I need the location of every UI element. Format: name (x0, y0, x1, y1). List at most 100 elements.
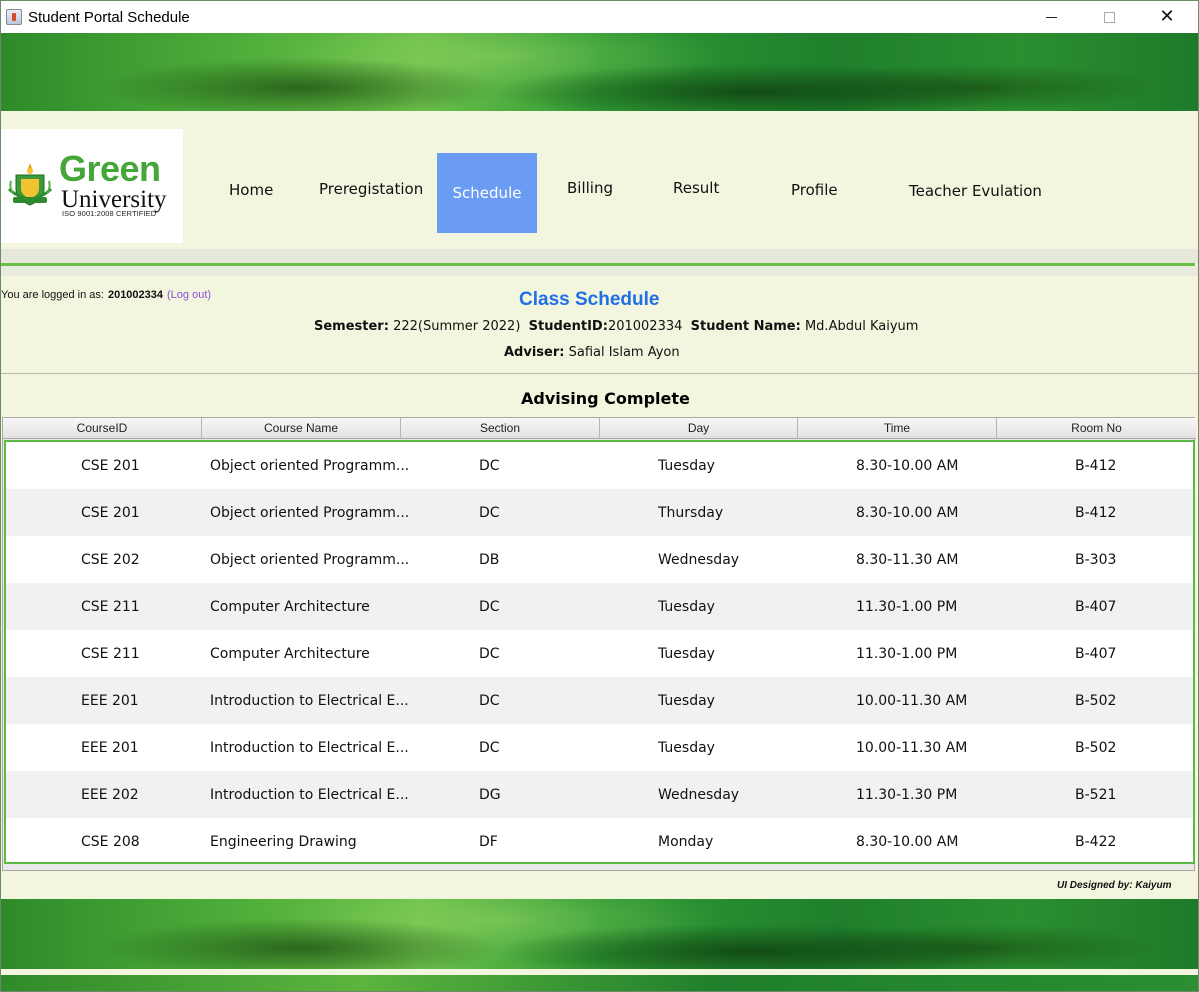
close-icon: ✕ (1159, 6, 1175, 27)
cell-course-id: CSE 201 (81, 504, 140, 521)
adviser-info-line: Adviser: Safial Islam Ayon (504, 345, 680, 360)
nav-home[interactable]: Home (229, 181, 273, 199)
cell-day: Tuesday (658, 457, 715, 474)
logo-text-green: Green (59, 148, 161, 189)
table-row[interactable]: CSE 211 Computer Architecture DC Tuesday 11.… (6, 630, 1193, 677)
cell-room-no: B-407 (1075, 645, 1117, 662)
cell-room-no: B-521 (1075, 786, 1117, 803)
window-title: Student Portal Schedule (28, 8, 190, 26)
cell-day: Monday (658, 833, 714, 850)
cell-time: 8.30-10.00 AM (856, 457, 959, 474)
cell-course-id: CSE 211 (81, 645, 140, 662)
nav-billing[interactable]: Billing (567, 179, 613, 197)
cell-course-id: EEE 202 (81, 786, 139, 803)
table-row[interactable]: EEE 201 Introduction to Electrical E... DC… (6, 677, 1193, 724)
maximize-button[interactable] (1086, 1, 1132, 33)
logged-in-user-id: 201002334 (107, 289, 164, 301)
table-row[interactable]: CSE 201 Object oriented Programm... DC Tues… (6, 442, 1193, 489)
semester-label: Semester: (314, 319, 389, 334)
table-row[interactable]: CSE 202 Object oriented Programm... DB Wedn… (6, 536, 1193, 583)
advising-status: Advising Complete (521, 389, 690, 408)
student-name-label: Student Name: (690, 319, 801, 334)
cell-section: DC (479, 598, 500, 615)
java-app-icon (6, 9, 22, 25)
close-button[interactable]: ✕ (1144, 1, 1190, 33)
cell-room-no: B-303 (1075, 551, 1117, 568)
maximize-icon (1103, 11, 1115, 23)
cell-course-name: Introduction to Electrical E... (210, 786, 409, 803)
cell-day: Wednesday (658, 786, 740, 803)
footer-banner-image (1, 899, 1198, 969)
cell-course-id: CSE 201 (81, 457, 140, 474)
cell-section: DF (479, 833, 498, 850)
minimize-button[interactable] (1028, 1, 1074, 33)
designer-credit: UI Designed by: Kaiyum (1057, 880, 1172, 891)
cell-room-no: B-422 (1075, 833, 1117, 850)
cell-day: Tuesday (658, 739, 715, 756)
minimize-icon (1045, 16, 1057, 18)
cell-course-id: EEE 201 (81, 739, 139, 756)
nav-result[interactable]: Result (673, 179, 719, 197)
cell-room-no: B-412 (1075, 504, 1117, 521)
cell-course-name: Object oriented Programm... (210, 551, 410, 568)
column-header-course-id[interactable]: CourseID (3, 418, 202, 438)
nav-preregistration[interactable]: Preregistation (319, 180, 423, 198)
cell-time: 8.30-10.00 AM (856, 833, 959, 850)
cell-room-no: B-502 (1075, 739, 1117, 756)
semester-value: 222(Summer 2022) (393, 319, 521, 334)
app-window: Student Portal Schedule ✕ Green Universi… (0, 0, 1199, 992)
nav-teacher-evaluation[interactable]: Teacher Evulation (909, 182, 1042, 200)
table-header: CourseID Course Name Section Day Time Ro… (3, 418, 1196, 439)
cell-time: 8.30-11.30 AM (856, 551, 959, 568)
cell-section: DC (479, 739, 500, 756)
cell-day: Thursday (658, 504, 724, 521)
table-row[interactable]: CSE 208 Engineering Drawing DF Monday 8.30-1… (6, 818, 1193, 862)
table-row[interactable]: CSE 201 Object oriented Programm... DC Thur… (6, 489, 1193, 536)
table-row[interactable]: EEE 202 Introduction to Electrical E... DG… (6, 771, 1193, 818)
cell-day: Tuesday (658, 645, 715, 662)
cell-course-name: Object oriented Programm... (210, 504, 410, 521)
title-bar: Student Portal Schedule ✕ (1, 1, 1198, 33)
table-body: CSE 201 Object oriented Programm... DC Tues… (4, 440, 1195, 864)
cell-course-name: Computer Architecture (210, 598, 370, 615)
cell-room-no: B-407 (1075, 598, 1117, 615)
cell-course-name: Object oriented Programm... (210, 457, 410, 474)
cell-time: 10.00-11.30 AM (856, 739, 968, 756)
logged-in-label: You are logged in as: (1, 289, 104, 301)
cell-course-id: CSE 202 (81, 551, 140, 568)
student-info-line: Semester: 222(Summer 2022) StudentID:201… (314, 319, 918, 334)
table-row[interactable]: EEE 201 Introduction to Electrical E... DC… (6, 724, 1193, 771)
column-header-day[interactable]: Day (600, 418, 798, 438)
nav-profile[interactable]: Profile (791, 181, 838, 199)
nav-divider (1, 249, 1198, 263)
cell-section: DC (479, 645, 500, 662)
header-divider (1, 373, 1198, 374)
column-header-course-name[interactable]: Course Name (202, 418, 401, 438)
logo-certification: ISO 9001:2008 CERTIFIED (62, 209, 157, 218)
cell-room-no: B-502 (1075, 692, 1117, 709)
nav-schedule[interactable]: Schedule (437, 153, 537, 233)
university-logo: Green University ISO 9001:2008 CERTIFIED (1, 129, 183, 243)
login-status: You are logged in as: 201002334 (Log out) (1, 289, 211, 301)
column-header-time[interactable]: Time (798, 418, 997, 438)
cell-section: DC (479, 457, 500, 474)
column-header-section[interactable]: Section (401, 418, 600, 438)
cell-time: 11.30-1.30 PM (856, 786, 958, 803)
adviser-value: Safial Islam Ayon (568, 345, 680, 360)
student-id-value: 201002334 (607, 319, 683, 334)
cell-course-name: Introduction to Electrical E... (210, 739, 409, 756)
cell-section: DC (479, 692, 500, 709)
cell-course-name: Computer Architecture (210, 645, 370, 662)
nav-divider-lower (1, 266, 1198, 276)
cell-section: DB (479, 551, 500, 568)
cell-course-name: Introduction to Electrical E... (210, 692, 409, 709)
column-header-room-no[interactable]: Room No (997, 418, 1196, 438)
footer-banner-lower (1, 975, 1198, 991)
logout-link[interactable]: (Log out) (167, 289, 211, 301)
schedule-table[interactable]: CourseID Course Name Section Day Time Ro… (2, 417, 1196, 871)
cell-course-id: CSE 211 (81, 598, 140, 615)
table-row[interactable]: CSE 211 Computer Architecture DC Tuesday 11.… (6, 583, 1193, 630)
header-banner-image (1, 33, 1198, 111)
cell-course-id: CSE 208 (81, 833, 140, 850)
cell-room-no: B-412 (1075, 457, 1117, 474)
